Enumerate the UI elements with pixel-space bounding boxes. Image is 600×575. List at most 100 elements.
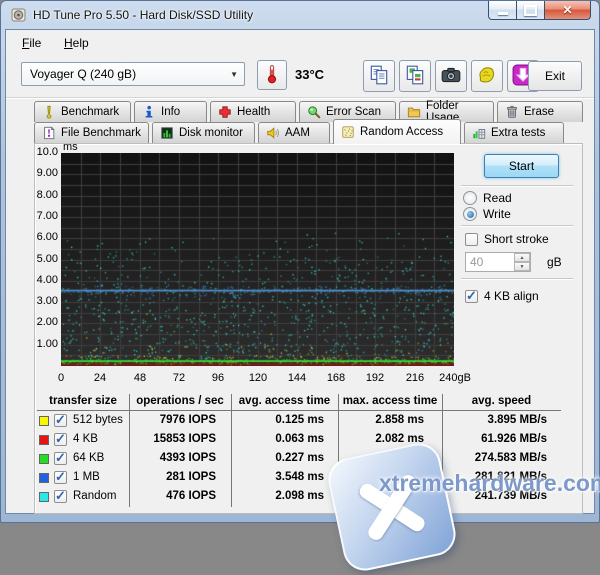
y-tick: 2.00 [22, 316, 58, 328]
y-tick: 1.00 [22, 338, 58, 350]
write-radio[interactable]: Write [463, 207, 511, 221]
watermark-x-logo [324, 439, 459, 574]
x-axis-end-label: 240gB [432, 372, 478, 384]
tab-info[interactable]: Info [134, 101, 207, 122]
window-title: HD Tune Pro 5.50 - Hard Disk/SSD Utility [33, 8, 253, 22]
max-access-value: 2.082 ms [338, 433, 424, 445]
tab-extra-tests[interactable]: Extra tests [464, 122, 564, 143]
temperature-value: 33°C [295, 67, 324, 82]
spin-up-icon[interactable]: ▲ [514, 253, 530, 262]
tab-erase[interactable]: Erase [497, 101, 583, 122]
copy-image-button[interactable] [399, 60, 431, 92]
col-transfer-size: transfer size [37, 395, 129, 407]
screenshot-button[interactable] [435, 60, 467, 92]
series-label: 512 bytes [73, 414, 123, 426]
donate-hand-icon [476, 64, 498, 89]
series-checkbox[interactable] [54, 414, 67, 427]
watermark-text: xtremehardware.com [379, 470, 600, 497]
error-scan-icon [307, 105, 321, 119]
access-time-scatter-plot [61, 153, 454, 366]
panel-separator [461, 278, 573, 280]
avg-access-value: 3.548 ms [231, 471, 324, 483]
series-checkbox[interactable] [54, 471, 67, 484]
tab-label: Health [237, 106, 270, 118]
tab-label: Extra tests [491, 127, 545, 139]
checkbox-icon [465, 290, 478, 303]
short-stroke-label: Short stroke [484, 232, 549, 246]
series-color-swatch [39, 435, 49, 445]
short-stroke-size-input[interactable] [466, 253, 510, 271]
x-tick: 0 [41, 372, 81, 384]
y-tick: 6.00 [22, 231, 58, 243]
tab-random-access[interactable]: Random Access [333, 119, 461, 144]
ops-value: 7976 IOPS [129, 414, 216, 426]
series-label: Random [73, 490, 116, 502]
col-avg-speed: avg. speed [442, 395, 561, 407]
x-tick: 24 [80, 372, 120, 384]
series-color-swatch [39, 492, 49, 502]
tab-health[interactable]: Health [210, 101, 296, 122]
series-color-swatch [39, 454, 49, 464]
y-axis-unit: ms [63, 141, 78, 153]
col-max-access: max. access time [338, 395, 442, 407]
short-stroke-unit-label: gB [547, 255, 562, 269]
short-stroke-size-stepper[interactable]: ▲ ▼ [465, 252, 531, 272]
minimize-button[interactable] [488, 1, 517, 20]
copy-image-icon [404, 64, 426, 89]
table-header: transfer size operations / sec avg. acce… [37, 395, 561, 410]
tab-label: Random Access [360, 126, 443, 138]
ops-value: 15853 IOPS [129, 433, 216, 445]
read-label: Read [483, 191, 512, 205]
checkbox-icon [465, 233, 478, 246]
maximize-button[interactable] [517, 1, 545, 20]
folder-icon [407, 105, 421, 119]
align-checkbox[interactable]: 4 KB align [465, 289, 539, 303]
app-icon [11, 7, 27, 23]
exit-button[interactable]: Exit [528, 61, 582, 91]
erase-icon [505, 105, 519, 119]
avg-access-value: 0.063 ms [231, 433, 324, 445]
disk-monitor-icon [160, 126, 174, 140]
y-tick: 10.0 [22, 146, 58, 158]
extra-tests-icon [472, 126, 486, 140]
write-label: Write [483, 207, 511, 221]
x-tick: 144 [277, 372, 317, 384]
spinner-buttons: ▲ ▼ [514, 253, 530, 271]
spin-down-icon[interactable]: ▼ [514, 262, 530, 271]
ops-value: 4393 IOPS [129, 452, 216, 464]
y-tick: 8.00 [22, 189, 58, 201]
temperature-button[interactable] [257, 60, 287, 90]
avg-access-value: 0.227 ms [231, 452, 324, 464]
tab-label: Info [161, 106, 180, 118]
series-checkbox[interactable] [54, 490, 67, 503]
y-tick: 7.00 [22, 210, 58, 222]
series-checkbox[interactable] [54, 433, 67, 446]
tab-file-benchmark[interactable]: File Benchmark [34, 122, 149, 143]
tab-benchmark[interactable]: Benchmark [34, 101, 131, 122]
drive-select[interactable]: Voyager Q (240 gB) ▼ [21, 62, 245, 86]
close-button[interactable]: ✕ [545, 1, 591, 20]
benchmark-icon [42, 105, 56, 119]
health-icon [218, 105, 232, 119]
menu-help[interactable]: Help [57, 34, 96, 52]
col-operations: operations / sec [129, 395, 231, 407]
menu-file[interactable]: File [15, 34, 48, 52]
toolbar-separator [6, 97, 594, 99]
short-stroke-checkbox[interactable]: Short stroke [465, 232, 549, 246]
panel-separator [461, 225, 573, 227]
donate-button[interactable] [471, 60, 503, 92]
read-radio[interactable]: Read [463, 191, 512, 205]
tab-aam[interactable]: AAM [258, 122, 330, 143]
info-icon [142, 105, 156, 119]
x-tick: 48 [120, 372, 160, 384]
panel-separator [461, 185, 573, 187]
table-row: 512 bytes 7976 IOPS 0.125 ms 2.858 ms 3.… [37, 412, 561, 431]
series-checkbox[interactable] [54, 452, 67, 465]
title-bar: HD Tune Pro 5.50 - Hard Disk/SSD Utility… [1, 1, 599, 29]
x-tick: 96 [198, 372, 238, 384]
copy-text-button[interactable] [363, 60, 395, 92]
tab-label: File Benchmark [61, 127, 141, 139]
y-tick: 3.00 [22, 295, 58, 307]
tab-disk-monitor[interactable]: Disk monitor [152, 122, 255, 143]
start-button[interactable]: Start [484, 154, 559, 178]
